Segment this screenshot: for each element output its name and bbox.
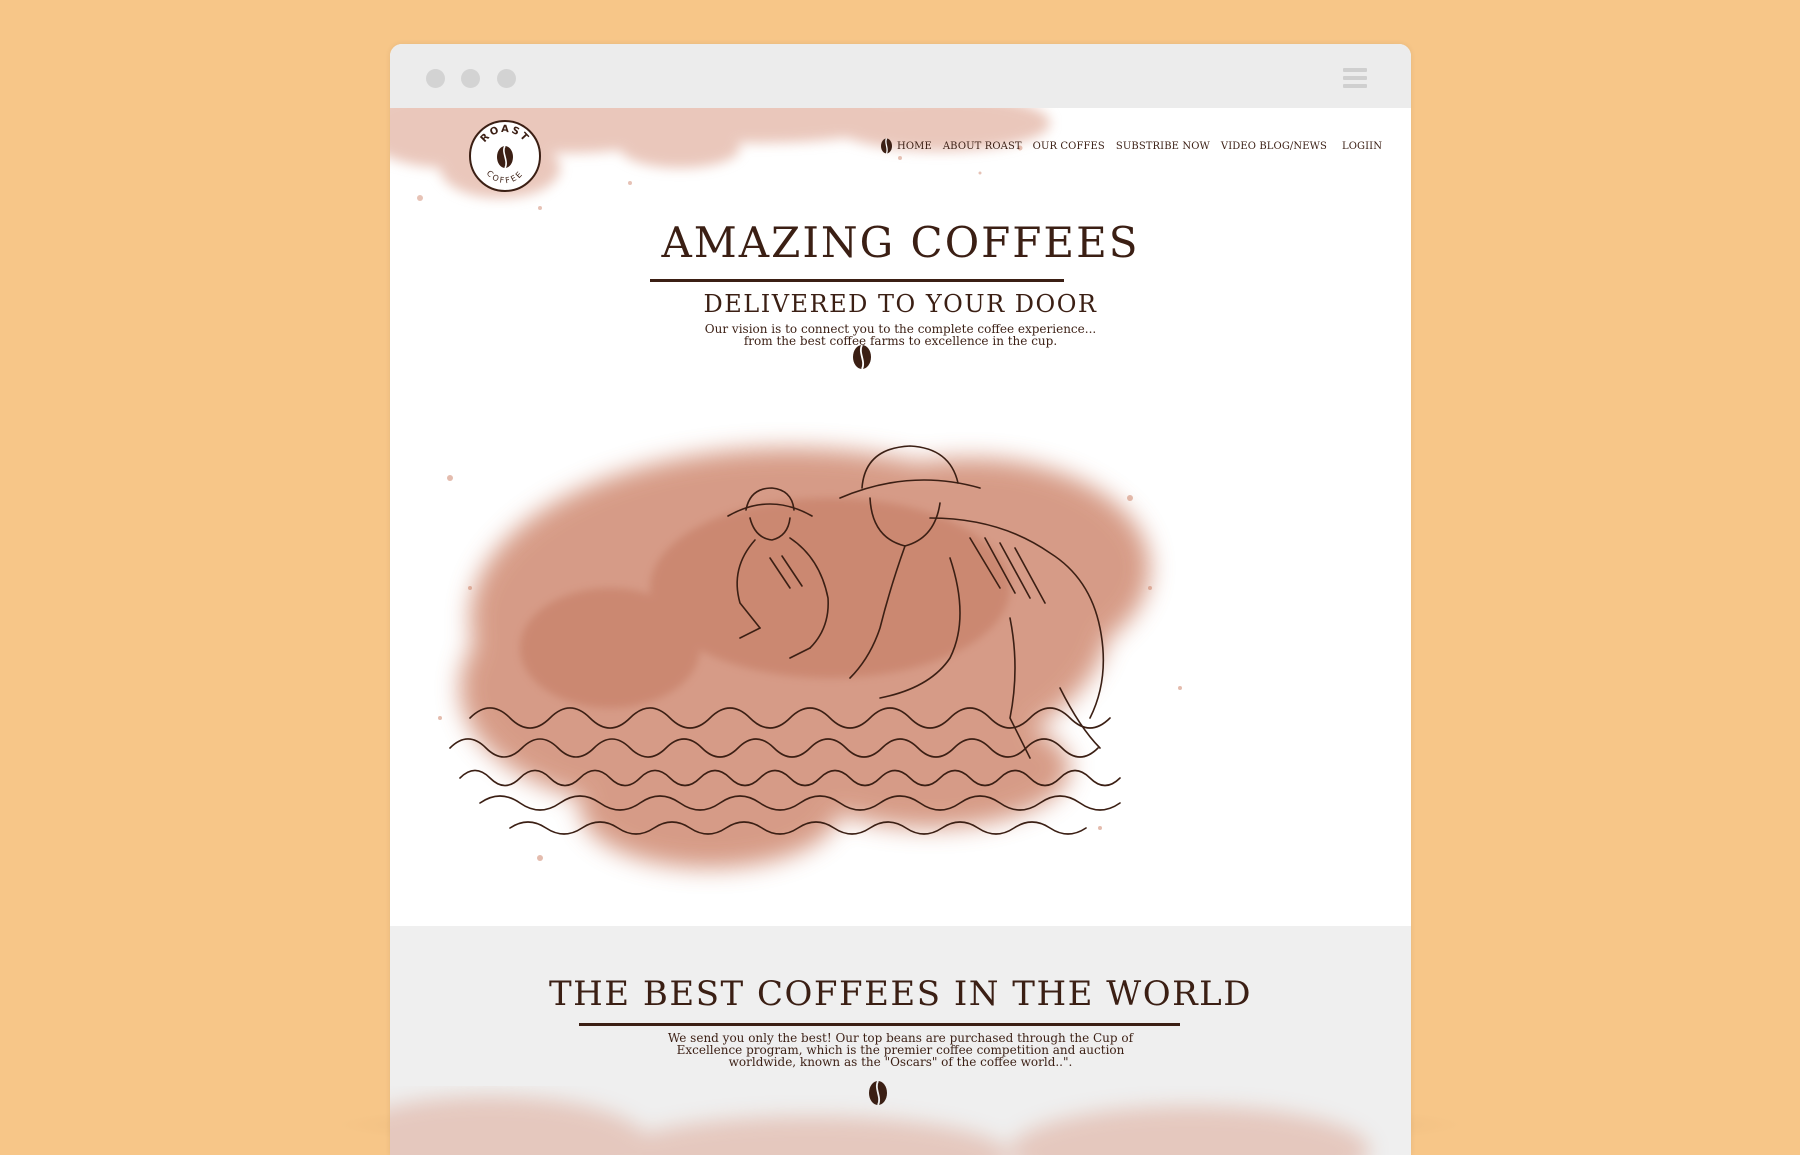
body-line-3: worldwide, known as the "Oscars" of the … bbox=[728, 1055, 1073, 1069]
hamburger-menu-icon[interactable] bbox=[1343, 68, 1367, 88]
nav-item-label: SUBSTRIBE NOW bbox=[1115, 140, 1210, 152]
coffee-bean-divider-icon bbox=[853, 344, 871, 370]
nav-item-subscribe-now[interactable]: SUBSTRIBE NOW bbox=[1116, 141, 1210, 152]
window-maximize-dot[interactable] bbox=[497, 69, 516, 88]
window-close-dot[interactable] bbox=[426, 69, 445, 88]
nav-item-label: VIDEO BLOG/NEWS bbox=[1220, 140, 1327, 152]
vision-line-2: from the best coffee farms to excellence… bbox=[743, 334, 1058, 348]
section-headline-underline bbox=[579, 1023, 1180, 1026]
hero-subheadline: DELIVERED TO YOUR DOOR bbox=[703, 290, 1098, 318]
coffee-bean-divider-icon bbox=[869, 1080, 887, 1106]
hero-vision-text: Our vision is to connect you to the comp… bbox=[390, 323, 1411, 347]
window-minimize-dot[interactable] bbox=[461, 69, 480, 88]
section-body-text: We send you only the best! Our top beans… bbox=[390, 1032, 1411, 1068]
nav-item-about-roast[interactable]: ABOUT ROAST bbox=[943, 141, 1022, 152]
main-nav: HOME ABOUT ROAST OUR COFFES SUBSTRIBE NO… bbox=[880, 138, 1393, 154]
nav-item-label: OUR COFFES bbox=[1032, 140, 1105, 152]
section-headline: THE BEST COFFEES IN THE WORLD bbox=[548, 974, 1253, 1014]
roast-coffee-logo[interactable]: ROAST COFFEE bbox=[468, 119, 542, 193]
nav-item-our-coffes[interactable]: OUR COFFES bbox=[1033, 141, 1105, 152]
nav-item-label: HOME bbox=[897, 140, 932, 152]
headline-underline bbox=[650, 279, 1064, 282]
browser-window: ROAST COFFEE HOME ABOUT ROAST OUR COFFES… bbox=[390, 44, 1411, 1155]
nav-item-label: LOGIIN bbox=[1341, 140, 1383, 152]
coffee-bean-icon bbox=[881, 138, 892, 154]
nav-item-home[interactable]: HOME bbox=[880, 138, 932, 154]
nav-item-video-blog-news[interactable]: VIDEO BLOG/NEWS bbox=[1221, 141, 1327, 152]
best-coffees-section: THE BEST COFFEES IN THE WORLD We send yo… bbox=[390, 926, 1411, 1155]
coffee-farmers-illustration bbox=[438, 445, 1182, 868]
hero-headline: AMAZING COFFEES bbox=[661, 218, 1140, 267]
browser-titlebar bbox=[390, 44, 1411, 108]
hero-section: ROAST COFFEE HOME ABOUT ROAST OUR COFFES… bbox=[390, 108, 1411, 926]
nav-item-login[interactable]: LOGIIN bbox=[1342, 141, 1382, 152]
nav-item-label: ABOUT ROAST bbox=[942, 140, 1022, 152]
